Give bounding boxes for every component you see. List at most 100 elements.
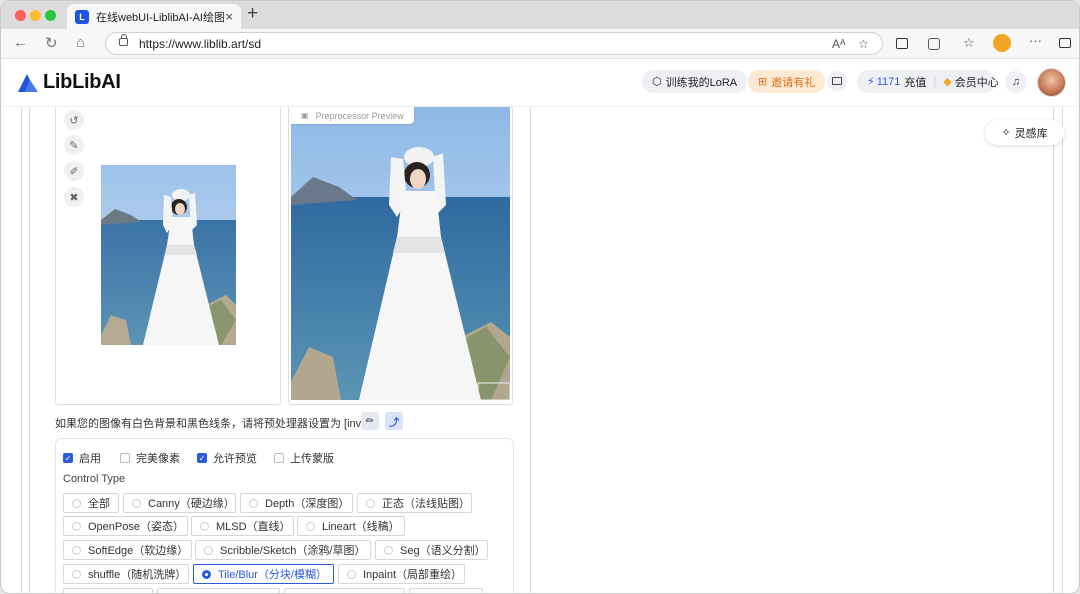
upload-mask-checkbox[interactable]: 上传蒙版 [274, 450, 334, 466]
sidebar-toggle-icon[interactable] [1059, 38, 1071, 48]
radio-icon [204, 545, 213, 555]
back-icon[interactable]: ← [13, 34, 28, 51]
edit-image-button[interactable]: ✏ [361, 412, 379, 430]
profile-extension-icon[interactable] [993, 34, 1011, 52]
cube-icon: ⬡ [652, 76, 662, 88]
pixel-perfect-label: 完美像素 [136, 453, 180, 465]
divider: | [933, 75, 937, 88]
diamond-icon: ◆ [943, 76, 952, 88]
new-tab-button[interactable]: + [247, 3, 258, 25]
radio-icon [306, 521, 315, 531]
divider [530, 107, 531, 593]
maximize-window-button[interactable] [45, 10, 56, 21]
brush-icon[interactable]: ✐ [64, 161, 84, 181]
preprocessor-preview-image [291, 107, 510, 400]
send-dimensions-button[interactable]: ⤴ [385, 412, 403, 430]
recharge-link[interactable]: 充值 [904, 74, 926, 90]
inspiration-library-button[interactable]: ✧ 灵感库 [985, 120, 1064, 145]
liblib-logo[interactable]: LibLibAI [16, 71, 121, 94]
control-type-scribble[interactable]: Scribble/Sketch（涂鸦/草图） [195, 540, 371, 560]
read-aloud-icon[interactable]: Aᴬ [832, 37, 845, 51]
radio-label: Canny（硬边缘） [148, 498, 235, 510]
folder-button[interactable] [827, 71, 847, 91]
undo-icon[interactable]: ↺ [64, 110, 84, 130]
address-bar[interactable]: https://www.liblib.art/sd Aᴬ ☆ [105, 32, 883, 55]
radio-icon [366, 498, 375, 508]
radio-label: Scribble/Sketch（涂鸦/草图） [220, 545, 366, 557]
control-type-tile-blur[interactable]: Tile/Blur（分块/模糊） [193, 564, 334, 584]
radio-icon [72, 569, 81, 579]
extensions-icon[interactable] [928, 38, 940, 50]
invert-hint-text: 如果您的图像有白色背景和黑色线条，请将预处理器设置为 [invert]. [55, 418, 381, 430]
close-window-button[interactable] [15, 10, 26, 21]
control-type-normal[interactable]: 正态（法线贴图） [357, 493, 472, 513]
invite-label: 邀请有礼 [771, 76, 816, 89]
radio-label: Seg（语义分割） [400, 545, 486, 557]
close-tab-icon[interactable]: × [225, 9, 233, 24]
notification-bell-icon[interactable]: ♫ [1005, 71, 1027, 93]
allow-preview-label: 允许预览 [213, 453, 257, 465]
radio-label: Tile/Blur（分块/模糊） [218, 569, 327, 581]
preprocessor-preview-label: ▣ Preprocessor Preview [291, 107, 414, 124]
control-type-seg[interactable]: Seg（语义分割） [375, 540, 488, 560]
membership-link[interactable]: 会员中心 [955, 74, 999, 90]
radio-icon [72, 521, 81, 531]
browser-tab[interactable]: L 在线webUI-LiblibAI-AI绘图工具 × [67, 4, 241, 29]
favorites-icon[interactable]: ☆ [963, 35, 975, 51]
favorite-star-icon[interactable]: ☆ [858, 37, 869, 51]
input-image-panel[interactable]: ↺ ✎ ✐ ✖ [55, 107, 281, 405]
radio-icon [132, 498, 141, 508]
input-image [101, 165, 236, 345]
radio-label: shuffle（随机洗牌） [88, 569, 187, 581]
user-avatar[interactable] [1037, 68, 1066, 97]
control-type-lineart[interactable]: Lineart（线稿） [297, 516, 405, 536]
control-type-inpaint[interactable]: Inpaint（局部重绘） [338, 564, 465, 584]
tab-title: 在线webUI-LiblibAI-AI绘图工具 [96, 11, 224, 24]
control-type-canny[interactable]: Canny（硬边缘） [123, 493, 236, 513]
tab-bar: L 在线webUI-LiblibAI-AI绘图工具 × + [1, 1, 1079, 29]
clear-icon[interactable]: ✖ [64, 187, 84, 207]
train-lora-button[interactable]: ⬡ 训练我的LoRA [642, 70, 748, 93]
control-type-label: Control Type [63, 473, 126, 485]
control-type-depth[interactable]: Depth（深度图） [240, 493, 353, 513]
control-type-softedge[interactable]: SoftEdge（软边缘） [63, 540, 192, 560]
logo-icon [18, 73, 38, 92]
radio-label: MLSD（直线） [216, 521, 291, 533]
control-type-partial[interactable] [157, 588, 280, 593]
home-icon[interactable]: ⌂ [76, 34, 85, 51]
control-type-shuffle[interactable]: shuffle（随机洗牌） [63, 564, 189, 584]
control-type-partial[interactable] [284, 588, 405, 593]
credits-bar: ⚡ 1171 充值 | ◆ 会员中心 [857, 70, 999, 93]
radio-icon [249, 498, 258, 508]
train-lora-label: 训练我的LoRA [665, 76, 738, 89]
control-type-all[interactable]: 全部 [63, 493, 119, 513]
invite-button[interactable]: ⊞ 邀请有礼 [748, 70, 826, 93]
radio-label: OpenPose（姿态） [88, 521, 184, 533]
more-menu-icon[interactable]: ··· [1029, 33, 1042, 48]
divider [21, 107, 22, 593]
radio-icon [72, 498, 81, 508]
control-type-openpose[interactable]: OpenPose（姿态） [63, 516, 188, 536]
pixel-perfect-checkbox[interactable]: 完美像素 [120, 450, 180, 466]
sd-main-content: ✧ 灵感库 ↺ ✎ ✐ ✖ ▣ Preprocessor Preview 如果您… [1, 107, 1079, 593]
radio-label: 全部 [88, 498, 110, 510]
radio-icon [72, 545, 81, 555]
sparkle-icon: ✧ [1001, 127, 1011, 139]
radio-label: SoftEdge（软边缘） [88, 545, 189, 557]
divider [1062, 107, 1063, 593]
allow-preview-checkbox[interactable]: ✓ 允许预览 [197, 450, 257, 466]
liblib-favicon-icon: L [75, 9, 89, 24]
checkbox-unchecked-icon [120, 453, 130, 463]
control-type-partial[interactable] [63, 588, 153, 593]
workspaces-icon[interactable] [896, 38, 908, 49]
pencil-icon[interactable]: ✎ [64, 135, 84, 155]
minimize-window-button[interactable] [30, 10, 41, 21]
url-text: https://www.liblib.art/sd [139, 37, 262, 51]
preview-label-text: Preprocessor Preview [315, 110, 404, 121]
browser-window: L 在线webUI-LiblibAI-AI绘图工具 × + ← ↻ ⌂ http… [0, 0, 1080, 594]
control-type-mlsd[interactable]: MLSD（直线） [191, 516, 294, 536]
enable-checkbox[interactable]: ✓ 启用 [63, 450, 101, 466]
control-type-partial[interactable] [409, 588, 483, 593]
reload-icon[interactable]: ↻ [45, 34, 58, 52]
checkbox-checked-icon: ✓ [197, 453, 207, 463]
